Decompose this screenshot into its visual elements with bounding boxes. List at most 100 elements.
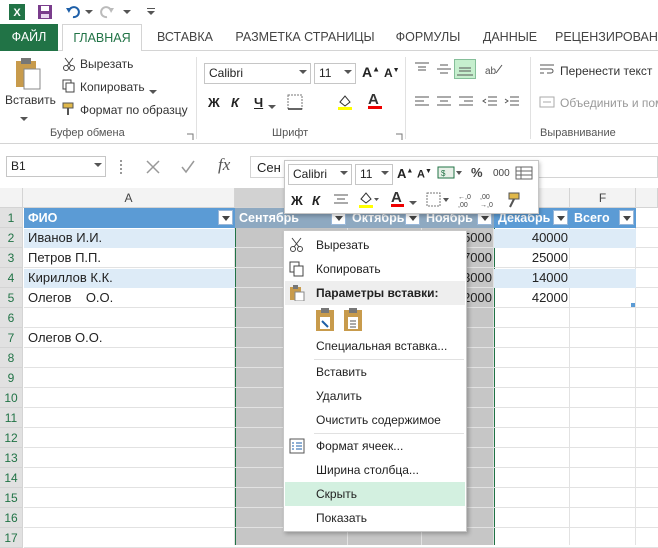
- tab-home[interactable]: ГЛАВНАЯ: [62, 24, 142, 52]
- row-header[interactable]: 10: [0, 388, 23, 408]
- mini-shrink-font-icon[interactable]: A▼: [417, 168, 432, 181]
- paste-option-icon[interactable]: [314, 307, 338, 333]
- filter-button[interactable]: [218, 210, 233, 225]
- table-resize-handle[interactable]: [631, 303, 635, 307]
- row-header[interactable]: 5: [0, 288, 23, 308]
- paste-button[interactable]: Вставить: [5, 93, 56, 107]
- row-header[interactable]: 17: [0, 528, 23, 548]
- filter-button[interactable]: [553, 210, 568, 225]
- cell-e5[interactable]: 42000: [494, 288, 568, 308]
- menu-hide[interactable]: Скрыть: [285, 482, 465, 506]
- menu-delete[interactable]: Удалить: [285, 384, 465, 408]
- mini-borders-icon[interactable]: [425, 191, 451, 212]
- shrink-font-icon[interactable]: A▼: [384, 66, 400, 80]
- row-header[interactable]: 9: [0, 368, 23, 388]
- mini-align-center-icon[interactable]: [333, 193, 349, 210]
- col-header-g[interactable]: [636, 188, 658, 208]
- copy-dropdown-icon[interactable]: [149, 84, 157, 98]
- row-header[interactable]: 14: [0, 468, 23, 488]
- row-header[interactable]: 15: [0, 488, 23, 508]
- menu-clear-contents[interactable]: Очистить содержимое: [285, 408, 465, 432]
- row-header[interactable]: 11: [0, 408, 23, 428]
- mini-number-format-icon[interactable]: $: [437, 165, 463, 184]
- align-middle-icon[interactable]: [436, 61, 452, 80]
- mini-increase-decimal-icon[interactable]: ←,0,00: [457, 191, 477, 212]
- mini-format-painter-icon[interactable]: [505, 191, 523, 212]
- row-header[interactable]: 2: [0, 228, 23, 248]
- redo-dropdown-icon[interactable]: [122, 3, 132, 21]
- increase-indent-icon[interactable]: [504, 95, 520, 112]
- cell-a5[interactable]: Олегов О.О.: [28, 288, 113, 308]
- cancel-icon[interactable]: [145, 159, 161, 178]
- merge-button[interactable]: Объединить и пом: [560, 96, 658, 110]
- tab-formulas[interactable]: ФОРМУЛЫ: [388, 24, 468, 51]
- cut-button[interactable]: Вырезать: [80, 57, 133, 71]
- paste-dropdown-icon[interactable]: [20, 111, 28, 125]
- col-header-f[interactable]: F: [570, 188, 636, 208]
- menu-unhide[interactable]: Показать: [285, 506, 465, 530]
- cell-e3[interactable]: 25000: [494, 248, 568, 268]
- align-left-icon[interactable]: [414, 95, 430, 112]
- cell-a7[interactable]: Олегов О.О.: [28, 328, 102, 348]
- underline-dropdown-icon[interactable]: [268, 99, 276, 113]
- decrease-indent-icon[interactable]: [482, 95, 498, 112]
- mini-bold-button[interactable]: Ж: [291, 193, 303, 208]
- insert-function-button[interactable]: fx: [218, 155, 230, 175]
- row-header[interactable]: 12: [0, 428, 23, 448]
- mini-italic-button[interactable]: К: [312, 193, 320, 208]
- menu-paste-special[interactable]: Специальная вставка...: [285, 334, 465, 358]
- menu-insert[interactable]: Вставить: [285, 360, 465, 384]
- bold-button[interactable]: Ж: [208, 95, 220, 110]
- name-box[interactable]: B1: [6, 156, 106, 177]
- cell-a2[interactable]: Иванов И.И.: [28, 228, 102, 248]
- row-header[interactable]: 6: [0, 308, 23, 328]
- orientation-icon[interactable]: ab: [484, 61, 506, 80]
- format-painter-button[interactable]: Формат по образцу: [80, 103, 188, 117]
- mini-font-color-dropdown-icon[interactable]: [409, 195, 417, 209]
- cell-a4[interactable]: Кириллов К.К.: [28, 268, 113, 288]
- row-header[interactable]: 3: [0, 248, 23, 268]
- font-launcher-icon[interactable]: [395, 130, 403, 144]
- select-all-corner[interactable]: [0, 188, 23, 208]
- col-header-a[interactable]: A: [23, 188, 235, 208]
- tab-data[interactable]: ДАННЫЕ: [475, 24, 545, 51]
- fill-color-icon[interactable]: [336, 93, 354, 114]
- menu-copy[interactable]: Копировать: [285, 257, 465, 281]
- mini-percent-button[interactable]: %: [471, 165, 483, 180]
- cell-e2[interactable]: 40000: [494, 228, 568, 248]
- tab-review[interactable]: РЕЦЕНЗИРОВАНИ: [555, 24, 658, 51]
- row-header[interactable]: 13: [0, 448, 23, 468]
- mini-size-combo[interactable]: 11: [355, 164, 393, 185]
- paste-values-icon[interactable]: [342, 307, 366, 333]
- undo-icon[interactable]: [64, 3, 82, 21]
- align-center-icon[interactable]: [436, 95, 452, 112]
- clipboard-launcher-icon[interactable]: [186, 130, 194, 144]
- font-size-combo[interactable]: 11: [314, 63, 356, 84]
- mini-decrease-decimal-icon[interactable]: ,00 →,0: [479, 191, 499, 212]
- align-right-icon[interactable]: [458, 95, 474, 112]
- font-color-icon[interactable]: A: [368, 91, 382, 109]
- menu-format-cells[interactable]: Формат ячеек...: [285, 434, 465, 458]
- mini-thousands-button[interactable]: 000: [493, 168, 510, 179]
- row-header[interactable]: 8: [0, 348, 23, 368]
- customize-icon[interactable]: [142, 3, 160, 21]
- filter-button[interactable]: [619, 210, 634, 225]
- borders-icon[interactable]: [286, 93, 304, 114]
- tab-insert[interactable]: ВСТАВКА: [150, 24, 220, 51]
- row-header[interactable]: 4: [0, 268, 23, 288]
- save-icon[interactable]: [36, 3, 54, 21]
- wrap-text-button[interactable]: Перенести текст: [560, 64, 652, 78]
- mini-table-icon[interactable]: [515, 165, 533, 184]
- font-name-combo[interactable]: Calibri: [204, 63, 311, 84]
- mini-font-color-icon[interactable]: A: [391, 189, 404, 207]
- underline-button[interactable]: Ч: [254, 95, 263, 110]
- paste-icon[interactable]: [14, 57, 42, 91]
- mini-fill-color-icon[interactable]: [357, 190, 379, 213]
- tab-file[interactable]: ФАЙЛ: [0, 24, 58, 51]
- redo-icon[interactable]: [98, 3, 116, 21]
- row-header[interactable]: 1: [0, 208, 23, 228]
- copy-button[interactable]: Копировать: [80, 80, 145, 94]
- cell-e4[interactable]: 14000: [494, 268, 568, 288]
- cell-a3[interactable]: Петров П.П.: [28, 248, 101, 268]
- mini-font-combo[interactable]: Calibri: [288, 164, 352, 185]
